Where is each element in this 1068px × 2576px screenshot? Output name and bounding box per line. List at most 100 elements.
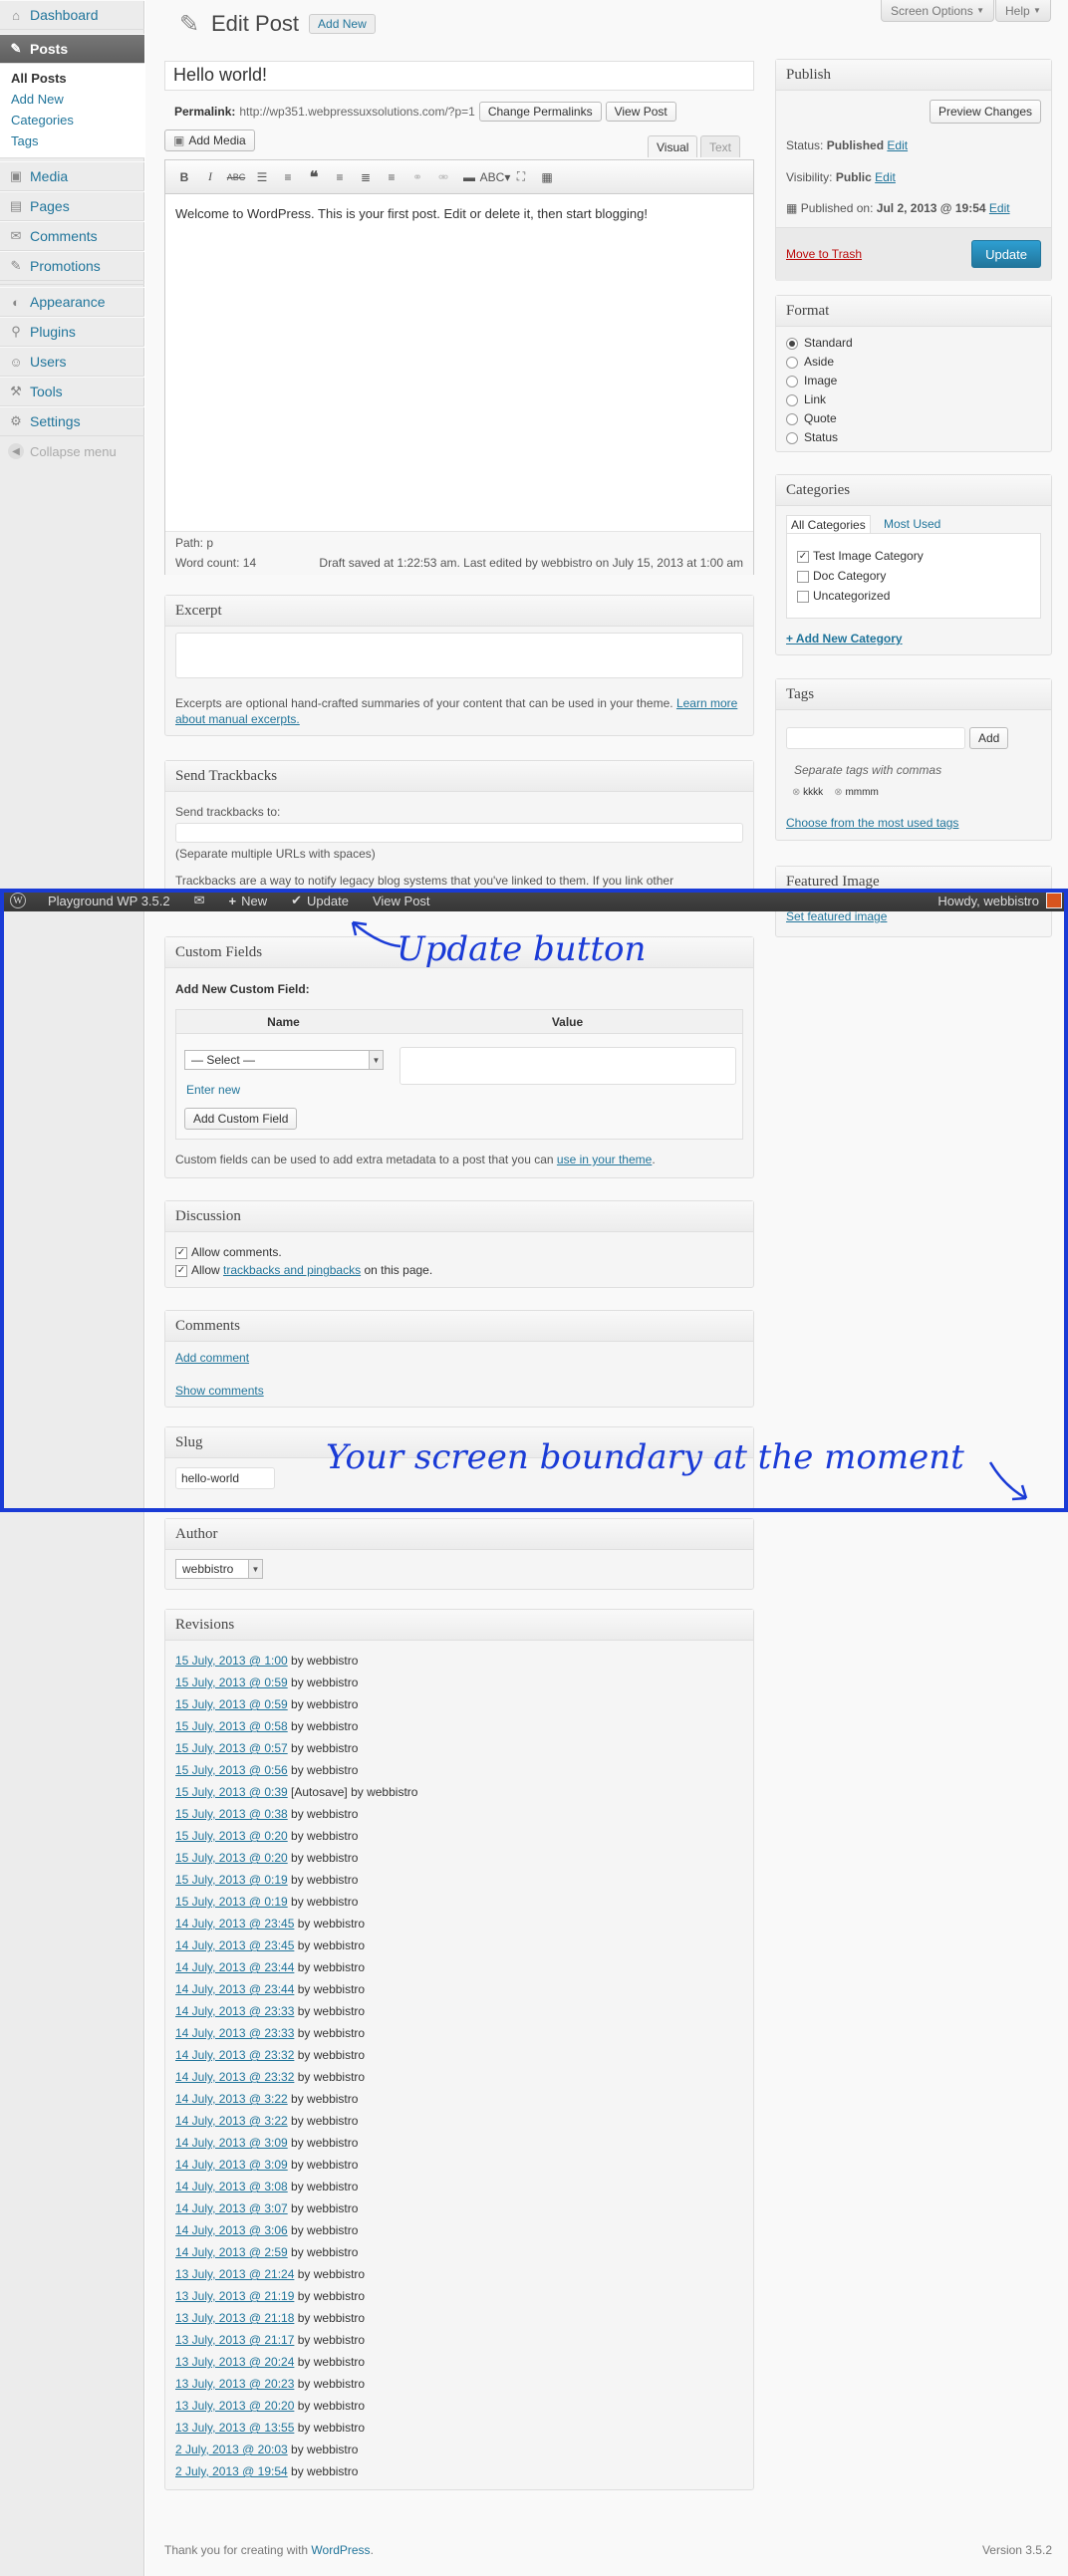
revision-link[interactable]: 13 July, 2013 @ 20:24	[175, 2355, 294, 2369]
revision-link[interactable]: 14 July, 2013 @ 23:33	[175, 2004, 294, 2018]
category-item[interactable]: Doc Category	[797, 566, 1030, 586]
tags-heading[interactable]: Tags	[776, 679, 1051, 710]
tab-most-used[interactable]: Most Used	[884, 517, 940, 531]
revision-link[interactable]: 13 July, 2013 @ 21:19	[175, 2289, 294, 2303]
revision-link[interactable]: 14 July, 2013 @ 23:44	[175, 1960, 294, 1974]
revision-link[interactable]: 15 July, 2013 @ 0:57	[175, 1741, 288, 1755]
menu-comments[interactable]: ✉ Comments	[0, 221, 144, 251]
align-left-icon[interactable]: ≡	[329, 166, 351, 188]
edit-date-link[interactable]: Edit	[989, 201, 1010, 215]
revision-link[interactable]: 14 July, 2013 @ 3:08	[175, 2180, 288, 2193]
help-button[interactable]: Help ▼	[995, 0, 1051, 22]
menu-promotions[interactable]: ✎ Promotions	[0, 251, 144, 281]
add-comment-link[interactable]: Add comment	[175, 1351, 249, 1365]
align-center-icon[interactable]: ≣	[355, 166, 377, 188]
link-icon[interactable]: ⚭	[406, 166, 428, 188]
submenu-all-posts[interactable]: All Posts	[0, 68, 144, 89]
admin-bar-update[interactable]: ✔ Update	[279, 890, 361, 911]
revision-link[interactable]: 15 July, 2013 @ 0:19	[175, 1873, 288, 1887]
revisions-heading[interactable]: Revisions	[165, 1610, 753, 1641]
revision-link[interactable]: 14 July, 2013 @ 3:07	[175, 2201, 288, 2215]
show-comments-link[interactable]: Show comments	[175, 1384, 264, 1398]
screen-options-button[interactable]: Screen Options ▼	[881, 0, 994, 22]
revision-link[interactable]: 13 July, 2013 @ 13:55	[175, 2421, 294, 2435]
strikethrough-icon[interactable]: ABC	[225, 166, 247, 188]
trackbacks-pingbacks-link[interactable]: trackbacks and pingbacks	[223, 1263, 361, 1277]
add-media-button[interactable]: ▣ Add Media	[164, 129, 255, 151]
bullet-list-icon[interactable]: ☰	[251, 166, 273, 188]
revision-link[interactable]: 15 July, 2013 @ 0:59	[175, 1697, 288, 1711]
update-button[interactable]: Update	[971, 240, 1041, 268]
revision-link[interactable]: 14 July, 2013 @ 23:32	[175, 2070, 294, 2084]
revision-link[interactable]: 2 July, 2013 @ 20:03	[175, 2443, 288, 2456]
submenu-categories[interactable]: Categories	[0, 110, 144, 130]
slug-input[interactable]: hello-world	[175, 1467, 275, 1489]
format-quote[interactable]: Quote	[786, 409, 853, 428]
revision-link[interactable]: 13 July, 2013 @ 21:17	[175, 2333, 294, 2347]
edit-visibility-link[interactable]: Edit	[875, 170, 896, 184]
move-to-trash-link[interactable]: Move to Trash	[786, 247, 862, 261]
add-new-category-link[interactable]: + Add New Category	[786, 632, 903, 645]
format-image[interactable]: Image	[786, 372, 853, 390]
revision-link[interactable]: 14 July, 2013 @ 3:22	[175, 2114, 288, 2128]
revision-link[interactable]: 15 July, 2013 @ 0:59	[175, 1675, 288, 1689]
author-heading[interactable]: Author	[165, 1519, 753, 1550]
revision-link[interactable]: 14 July, 2013 @ 23:45	[175, 1917, 294, 1931]
align-right-icon[interactable]: ≡	[381, 166, 402, 188]
revision-link[interactable]: 13 July, 2013 @ 21:18	[175, 2311, 294, 2325]
collapse-menu[interactable]: ◀ Collapse menu	[8, 443, 117, 459]
tab-visual[interactable]: Visual	[648, 135, 698, 157]
change-permalinks-button[interactable]: Change Permalinks	[478, 102, 602, 122]
permalink-url[interactable]: http://wp351.webpressuxsolutions.com/?p=…	[239, 105, 474, 119]
revision-link[interactable]: 15 July, 2013 @ 1:00	[175, 1654, 288, 1668]
comments-icon[interactable]: ✉	[182, 890, 217, 911]
excerpt-heading[interactable]: Excerpt	[165, 596, 753, 627]
menu-tools[interactable]: ⚒ Tools	[0, 377, 144, 406]
menu-posts[interactable]: ✎ Posts	[0, 34, 144, 64]
more-tag-icon[interactable]: ▬	[458, 166, 480, 188]
categories-heading[interactable]: Categories	[776, 475, 1051, 506]
revision-link[interactable]: 15 July, 2013 @ 0:56	[175, 1763, 288, 1777]
tab-text[interactable]: Text	[700, 135, 741, 157]
fullscreen-icon[interactable]: ⛶	[510, 166, 532, 188]
spellcheck-icon[interactable]: ABC▾	[480, 166, 511, 188]
publish-heading[interactable]: Publish	[776, 60, 1051, 91]
excerpt-textarea[interactable]	[175, 633, 743, 678]
custom-field-value[interactable]	[400, 1047, 736, 1085]
view-post-button[interactable]: View Post	[605, 102, 676, 122]
format-status[interactable]: Status	[786, 428, 853, 447]
revision-link[interactable]: 13 July, 2013 @ 21:24	[175, 2267, 294, 2281]
revision-link[interactable]: 15 July, 2013 @ 0:39	[175, 1785, 288, 1799]
admin-bar-new[interactable]: + New	[217, 890, 280, 911]
revision-link[interactable]: 14 July, 2013 @ 3:09	[175, 2136, 288, 2150]
editor-content[interactable]: Welcome to WordPress. This is your first…	[165, 194, 753, 233]
add-new-button[interactable]: Add New	[309, 14, 376, 34]
tab-all-categories[interactable]: All Categories	[786, 515, 871, 533]
tags-input[interactable]	[786, 727, 965, 749]
revision-link[interactable]: 15 July, 2013 @ 0:19	[175, 1895, 288, 1909]
submenu-add-new[interactable]: Add New	[0, 89, 144, 110]
menu-users[interactable]: ☺ Users	[0, 347, 144, 377]
format-link[interactable]: Link	[786, 390, 853, 409]
use-in-theme-link[interactable]: use in your theme	[557, 1153, 652, 1166]
blockquote-icon[interactable]: ❝	[303, 166, 325, 188]
add-custom-field-button[interactable]: Add Custom Field	[184, 1108, 298, 1130]
menu-settings[interactable]: ⚙ Settings	[0, 406, 144, 436]
tag-remove-icon[interactable]: ⊗	[834, 787, 842, 798]
revision-link[interactable]: 15 July, 2013 @ 0:20	[175, 1829, 288, 1843]
kitchen-sink-icon[interactable]: ▦	[536, 166, 558, 188]
admin-bar-account[interactable]: Howdy, webbistro	[926, 890, 1068, 911]
revision-link[interactable]: 14 July, 2013 @ 3:22	[175, 2092, 288, 2106]
submenu-tags[interactable]: Tags	[0, 130, 144, 151]
custom-field-select[interactable]: — Select — ▼	[184, 1050, 384, 1070]
post-title-input[interactable]: Hello world!	[164, 61, 754, 91]
menu-appearance[interactable]: ◐ Appearance	[0, 287, 144, 317]
bold-icon[interactable]: B	[173, 166, 195, 188]
wordpress-logo-icon[interactable]: W	[0, 890, 36, 911]
comments-heading[interactable]: Comments	[165, 1311, 753, 1342]
revision-link[interactable]: 14 July, 2013 @ 23:45	[175, 1938, 294, 1952]
revision-link[interactable]: 14 July, 2013 @ 3:06	[175, 2223, 288, 2237]
edit-status-link[interactable]: Edit	[887, 138, 908, 152]
set-featured-image-link[interactable]: Set featured image	[786, 909, 887, 923]
revision-link[interactable]: 14 July, 2013 @ 23:33	[175, 2026, 294, 2040]
